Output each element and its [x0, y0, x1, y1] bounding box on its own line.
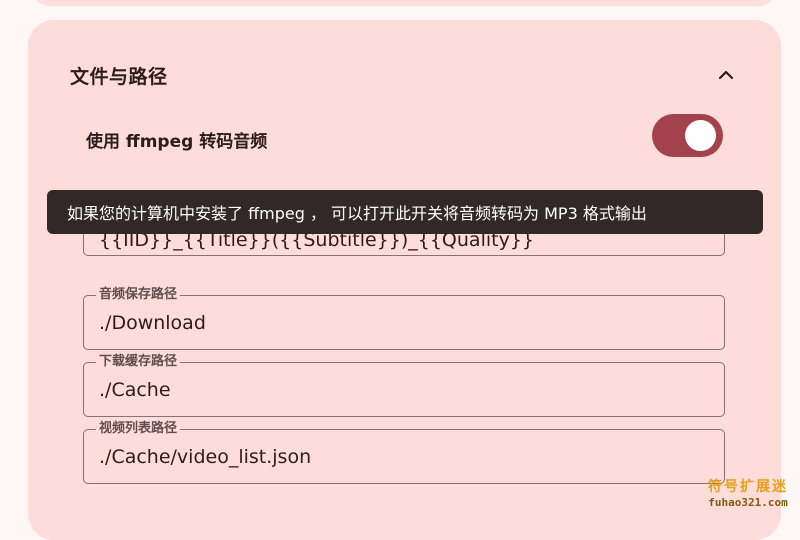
watermark-logo: 符号扩展迷 fuhao321.com	[700, 476, 796, 509]
ffmpeg-tooltip: 如果您的计算机中安装了 ffmpeg ， 可以打开此开关将音频转码为 MP3 格…	[47, 190, 763, 234]
audio-save-path-field[interactable]: 音频保存路径	[83, 287, 725, 350]
section-title: 文件与路径	[70, 66, 168, 88]
chevron-up-icon	[718, 70, 734, 80]
audio-save-path-input[interactable]	[99, 309, 709, 337]
tooltip-text: 如果您的计算机中安装了 ffmpeg ， 可以打开此开关将音频转码为 MP3 格…	[67, 204, 647, 223]
previous-card	[30, 0, 778, 6]
audio-save-path-label: 音频保存路径	[96, 287, 181, 303]
video-list-path-input[interactable]	[99, 443, 709, 471]
toggle-knob	[685, 120, 716, 151]
download-cache-path-input[interactable]	[99, 376, 709, 404]
video-list-path-label: 视频列表路径	[96, 421, 181, 437]
collapse-button[interactable]	[712, 62, 740, 88]
download-cache-path-label: 下载缓存路径	[96, 354, 181, 370]
ffmpeg-toggle-label: 使用 ffmpeg 转码音频	[86, 132, 268, 152]
watermark-url: fuhao321.com	[708, 496, 788, 509]
ffmpeg-toggle-switch[interactable]	[652, 114, 723, 157]
video-list-path-field[interactable]: 视频列表路径	[83, 421, 725, 484]
download-cache-path-field[interactable]: 下载缓存路径	[83, 354, 725, 417]
watermark-title: 符号扩展迷	[708, 479, 788, 495]
